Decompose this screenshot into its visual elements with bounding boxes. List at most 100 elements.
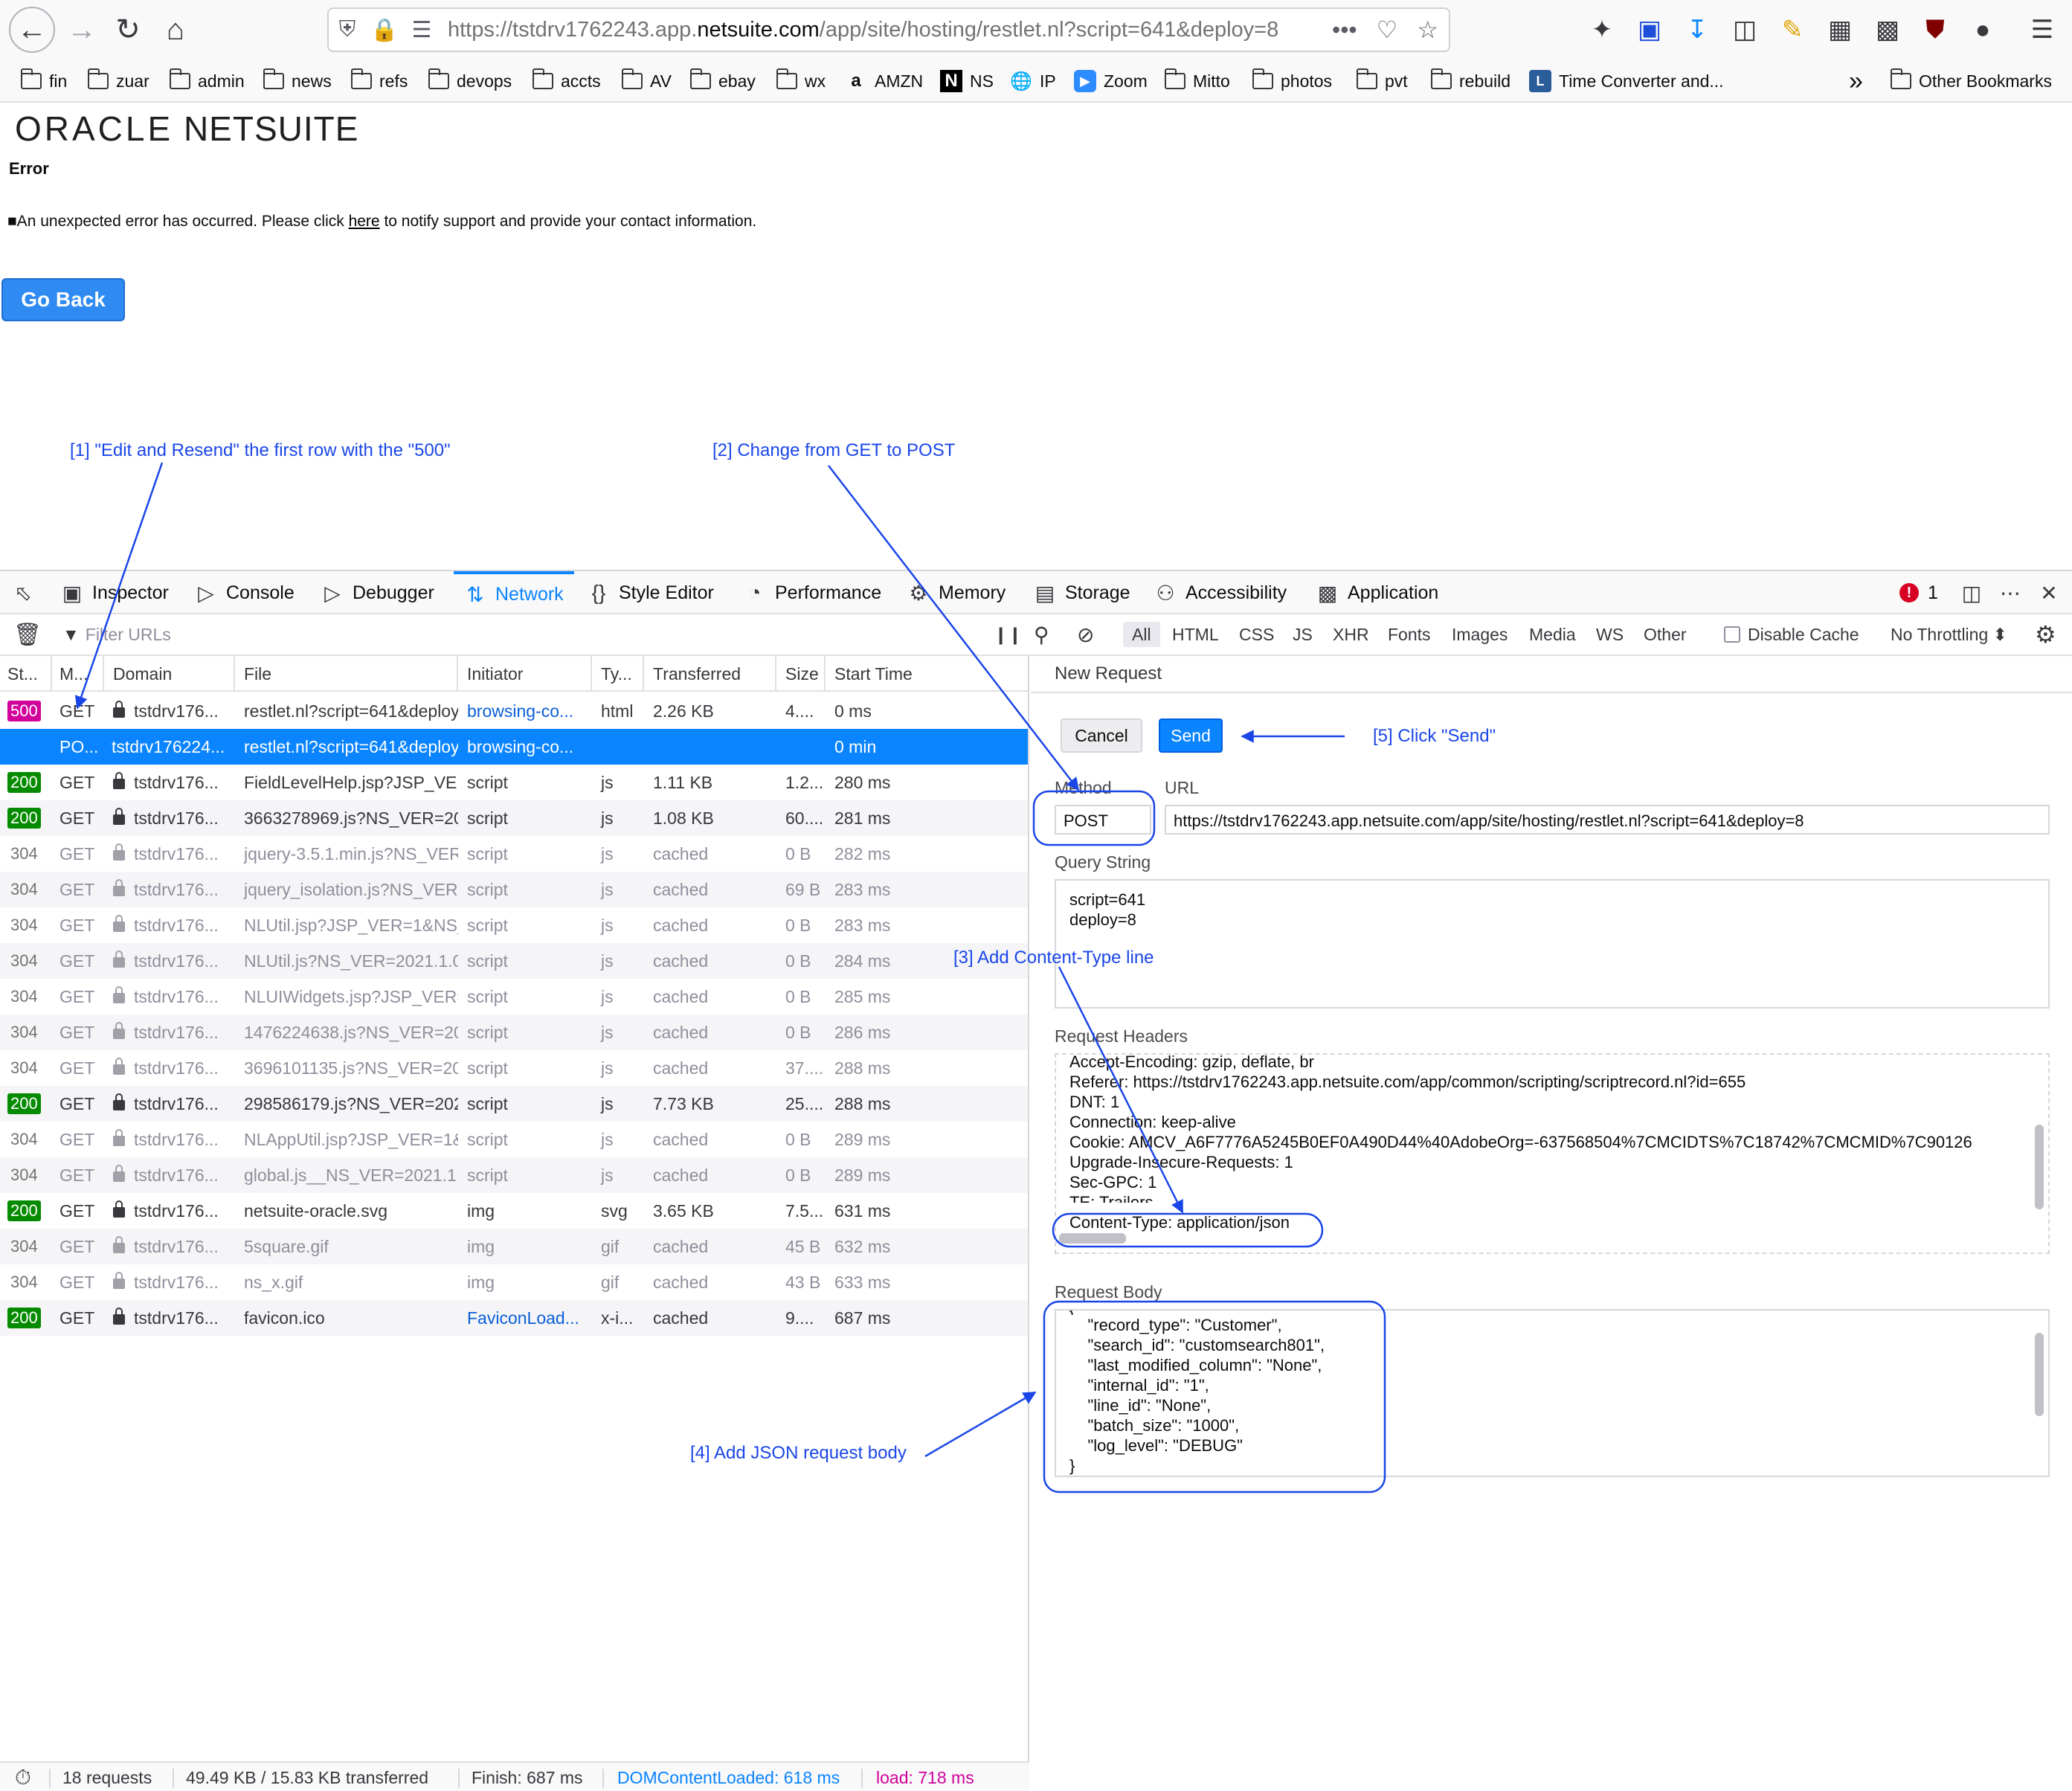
table-row[interactable]: 304 GET tstdrv176... 3696101135.js?NS_VER=2… xyxy=(0,1050,1028,1086)
col-file[interactable]: File xyxy=(235,656,458,692)
pin-icon[interactable]: ✦ xyxy=(1584,12,1620,48)
error-counter[interactable]: ! 1 xyxy=(1899,571,1938,614)
lock-icon[interactable]: 🔒 xyxy=(366,17,403,43)
notify-support-link[interactable]: here xyxy=(349,213,380,230)
send-button[interactable]: Send xyxy=(1159,718,1223,753)
filter-all[interactable]: All xyxy=(1123,622,1160,647)
filter-fonts[interactable]: Fonts xyxy=(1388,614,1431,655)
sidebar-icon[interactable]: ◫ xyxy=(1727,12,1763,48)
col-type[interactable]: Ty... xyxy=(592,656,644,692)
table-row[interactable]: 200 GET tstdrv176... FieldLevelHelp.jsp?JSP… xyxy=(0,765,1028,800)
headers-h-scrollbar[interactable] xyxy=(1059,1233,1126,1244)
bookmark-av[interactable]: AV xyxy=(621,67,672,95)
trash-icon[interactable]: 🗑 xyxy=(13,614,42,655)
bookmark-ip[interactable]: 🌐 IP xyxy=(1010,67,1056,95)
pocket-icon[interactable]: ♡ xyxy=(1377,16,1398,44)
filter-other[interactable]: Other xyxy=(1644,614,1687,655)
request-body-textarea[interactable]: { "record_type": "Customer", "search_id"… xyxy=(1055,1309,2050,1477)
bookmark-accts[interactable]: accts xyxy=(532,67,601,95)
filter-media[interactable]: Media xyxy=(1529,614,1576,655)
query-string-textarea[interactable]: script=641 deploy=8 xyxy=(1055,879,2050,1009)
tab-accessibility[interactable]: ⚇ Accessibility xyxy=(1154,571,1287,614)
col-status[interactable]: St... xyxy=(0,656,52,692)
bookmark-pvt[interactable]: pvt xyxy=(1356,67,1408,95)
table-row[interactable]: 304 GET tstdrv176... jquery_isolation.js?NS… xyxy=(0,872,1028,907)
tab-memory[interactable]: ⚙ Memory xyxy=(907,571,1006,614)
tab-console[interactable]: ▷ Console xyxy=(195,571,295,614)
tab-performance[interactable]: ◔ Performance xyxy=(744,571,882,614)
filter-xhr[interactable]: XHR xyxy=(1333,614,1369,655)
table-row[interactable]: 304 GET tstdrv176... global.js__NS_VER=2021… xyxy=(0,1157,1028,1193)
table-row[interactable]: 500 GET tstdrv176... restlet.nl?script=641&… xyxy=(0,693,1028,729)
headers-scrollbar[interactable] xyxy=(2035,1125,2044,1209)
settings-gear-icon[interactable]: ⚙ xyxy=(2035,614,2056,655)
bookmark-news[interactable]: news xyxy=(263,67,332,95)
col-initiator[interactable]: Initiator xyxy=(458,656,592,692)
col-method[interactable]: M... xyxy=(52,656,104,692)
reload-icon[interactable]: ↻ xyxy=(106,7,150,52)
menu-icon[interactable]: ☰ xyxy=(2024,12,2060,48)
bookmark-star-icon[interactable]: ☆ xyxy=(1417,16,1438,44)
table-row[interactable]: PO... tstdrv176224... restlet.nl?script=64… xyxy=(0,729,1028,765)
bookmark-other[interactable]: Other Bookmarks xyxy=(1890,67,2052,95)
filter-css[interactable]: CSS xyxy=(1239,614,1274,655)
bookmark-zoom[interactable]: ▶ Zoom xyxy=(1074,67,1148,95)
col-start-time[interactable]: Start Time xyxy=(826,656,1028,692)
col-domain[interactable]: Domain xyxy=(104,656,235,692)
shield-icon[interactable]: ⛨ xyxy=(329,17,366,42)
body-scrollbar[interactable] xyxy=(2035,1333,2044,1416)
element-picker-icon[interactable]: ⬁ xyxy=(12,571,34,614)
download-icon[interactable]: ↧ xyxy=(1679,12,1715,48)
filter-ws[interactable]: WS xyxy=(1596,614,1624,655)
pen-icon[interactable]: ✎ xyxy=(1775,12,1810,48)
home-icon[interactable]: ⌂ xyxy=(153,7,198,52)
url-bar[interactable]: ⛨ 🔒 ☰ https://tstdrv1762243.app.netsuite… xyxy=(327,7,1450,52)
go-back-button[interactable]: Go Back xyxy=(1,278,125,321)
extension-square-icon[interactable]: ▣ xyxy=(1632,12,1667,48)
filter-html[interactable]: HTML xyxy=(1172,614,1219,655)
table-row[interactable]: 304 GET tstdrv176... ns_x.gif img gif cached 43… xyxy=(0,1264,1028,1300)
table-row[interactable]: 304 GET tstdrv176... NLAppUtil.jsp?JSP_VER=… xyxy=(0,1122,1028,1157)
bookmark-zuar[interactable]: zuar xyxy=(87,67,149,95)
tab-storage[interactable]: ▤ Storage xyxy=(1034,571,1130,614)
bookmark-photos[interactable]: photos xyxy=(1252,67,1332,95)
bookmark-time-converter[interactable]: L Time Converter and... xyxy=(1529,67,1724,95)
request-headers-textarea[interactable]: Accept-Encoding: gzip, deflate, br Refer… xyxy=(1055,1053,2050,1254)
disable-cache-checkbox[interactable]: Disable Cache xyxy=(1724,614,1859,655)
bookmark-rebuild[interactable]: rebuild xyxy=(1430,67,1510,95)
bookmark-refs[interactable]: refs xyxy=(350,67,408,95)
bookmark-mitto[interactable]: Mitto xyxy=(1164,67,1230,95)
permissions-icon[interactable]: ☰ xyxy=(403,17,440,43)
ublock-icon[interactable]: ⛊ xyxy=(1917,12,1953,48)
pause-icon[interactable]: ❙❙ xyxy=(994,614,1023,655)
page-actions-icon[interactable]: ••• xyxy=(1332,16,1357,44)
url-input[interactable]: https://tstdrv1762243.app.netsuite.com/a… xyxy=(1165,805,2050,835)
filter-js[interactable]: JS xyxy=(1293,614,1313,655)
table-row[interactable]: 200 GET tstdrv176... netsuite-oracle.svg img… xyxy=(0,1193,1028,1229)
calculator-icon[interactable]: ▦ xyxy=(1822,12,1858,48)
search-icon[interactable]: ⚲ xyxy=(1034,614,1049,655)
table-row[interactable]: 304 GET tstdrv176... jquery-3.5.1.min.js?NS… xyxy=(0,836,1028,872)
table-row[interactable]: 304 GET tstdrv176... NLUtil.js?NS_VER=2021.… xyxy=(0,943,1028,979)
tab-style-editor[interactable]: {} Style Editor xyxy=(588,571,714,614)
block-icon[interactable]: ⊘ xyxy=(1077,614,1094,655)
grid-icon[interactable]: ▩ xyxy=(1870,12,1905,48)
col-size[interactable]: Size xyxy=(776,656,826,692)
filter-urls-input[interactable]: ▼ Filter URLs xyxy=(62,614,171,655)
bookmark-amzn[interactable]: a AMZN xyxy=(845,67,923,95)
bookmark-devops[interactable]: devops xyxy=(428,67,512,95)
stopwatch-icon[interactable]: ⏱ xyxy=(15,1763,31,1791)
table-row[interactable]: 200 GET tstdrv176... favicon.ico FaviconLoad… xyxy=(0,1300,1028,1336)
col-transferred[interactable]: Transferred xyxy=(644,656,776,692)
extension-circle-icon[interactable]: ● xyxy=(1965,12,2001,48)
more-options-icon[interactable]: ⋯ xyxy=(1999,571,2021,614)
table-row[interactable]: 304 GET tstdrv176... NLUtil.jsp?JSP_VER=1&N… xyxy=(0,907,1028,943)
bookmark-admin[interactable]: admin xyxy=(169,67,245,95)
bookmark-ebay[interactable]: ebay xyxy=(689,67,756,95)
back-arrow-icon[interactable]: ← xyxy=(9,7,55,53)
bookmark-ns[interactable]: N NS xyxy=(940,67,994,95)
bookmark-wx[interactable]: wx xyxy=(776,67,826,95)
cancel-button[interactable]: Cancel xyxy=(1061,718,1142,753)
method-input[interactable]: POST xyxy=(1055,805,1151,835)
url-text[interactable]: https://tstdrv1762243.app.netsuite.com/a… xyxy=(448,18,1278,42)
